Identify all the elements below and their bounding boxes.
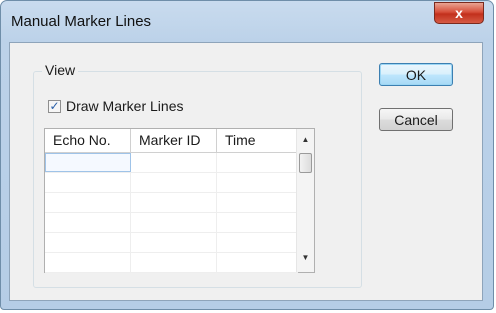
scroll-up-icon[interactable]: ▲ — [297, 131, 314, 148]
table-row[interactable] — [45, 253, 298, 273]
table-row[interactable] — [45, 193, 298, 213]
dialog-window: Manual Marker Lines x View ✓ Draw Marker… — [0, 0, 494, 310]
cancel-button[interactable]: Cancel — [379, 108, 453, 131]
table-row[interactable] — [45, 153, 298, 173]
close-button[interactable]: x — [434, 2, 484, 24]
scroll-thumb[interactable] — [299, 153, 312, 173]
column-header-time[interactable]: Time — [217, 129, 298, 152]
table-cell[interactable] — [217, 173, 298, 192]
table-cell[interactable] — [45, 233, 131, 252]
group-legend: View — [42, 62, 79, 78]
table-cell[interactable] — [217, 233, 298, 252]
table-row[interactable] — [45, 213, 298, 233]
table-cell[interactable] — [131, 173, 217, 192]
table-cell[interactable] — [45, 253, 131, 272]
title-bar[interactable]: Manual Marker Lines x — [1, 1, 493, 43]
draw-marker-lines-checkbox[interactable]: ✓ — [48, 99, 61, 113]
table-cell[interactable] — [131, 233, 217, 252]
table-cell[interactable] — [45, 153, 131, 172]
dialog-client-area: View ✓ Draw Marker Lines Echo No. Marker… — [9, 42, 483, 301]
ok-button[interactable]: OK — [379, 63, 453, 86]
table-cell[interactable] — [45, 213, 131, 232]
scroll-down-icon[interactable]: ▼ — [297, 249, 314, 266]
column-header-marker-id[interactable]: Marker ID — [131, 129, 217, 152]
table-header: Echo No. Marker ID Time — [45, 129, 298, 153]
checkmark-icon: ✓ — [49, 99, 60, 113]
table-cell[interactable] — [131, 153, 217, 172]
draw-marker-lines-row[interactable]: ✓ Draw Marker Lines — [48, 98, 183, 114]
column-header-echo-no[interactable]: Echo No. — [45, 129, 131, 152]
table-cell[interactable] — [217, 193, 298, 212]
table-cell[interactable] — [45, 193, 131, 212]
table-body — [45, 153, 298, 273]
draw-marker-lines-label[interactable]: Draw Marker Lines — [66, 98, 183, 114]
marker-table[interactable]: Echo No. Marker ID Time ▲ ▼ — [44, 128, 315, 273]
table-cell[interactable] — [217, 153, 298, 172]
table-row[interactable] — [45, 173, 298, 193]
window-title: Manual Marker Lines — [11, 13, 152, 30]
table-vertical-scrollbar[interactable]: ▲ ▼ — [296, 129, 314, 272]
table-cell[interactable] — [217, 213, 298, 232]
table-cell[interactable] — [217, 253, 298, 272]
table-cell[interactable] — [131, 193, 217, 212]
table-cell[interactable] — [45, 173, 131, 192]
close-icon: x — [455, 5, 463, 21]
view-groupbox: View ✓ Draw Marker Lines Echo No. Marker… — [33, 62, 362, 288]
table-cell[interactable] — [131, 213, 217, 232]
table-row[interactable] — [45, 233, 298, 253]
table-cell[interactable] — [131, 253, 217, 272]
